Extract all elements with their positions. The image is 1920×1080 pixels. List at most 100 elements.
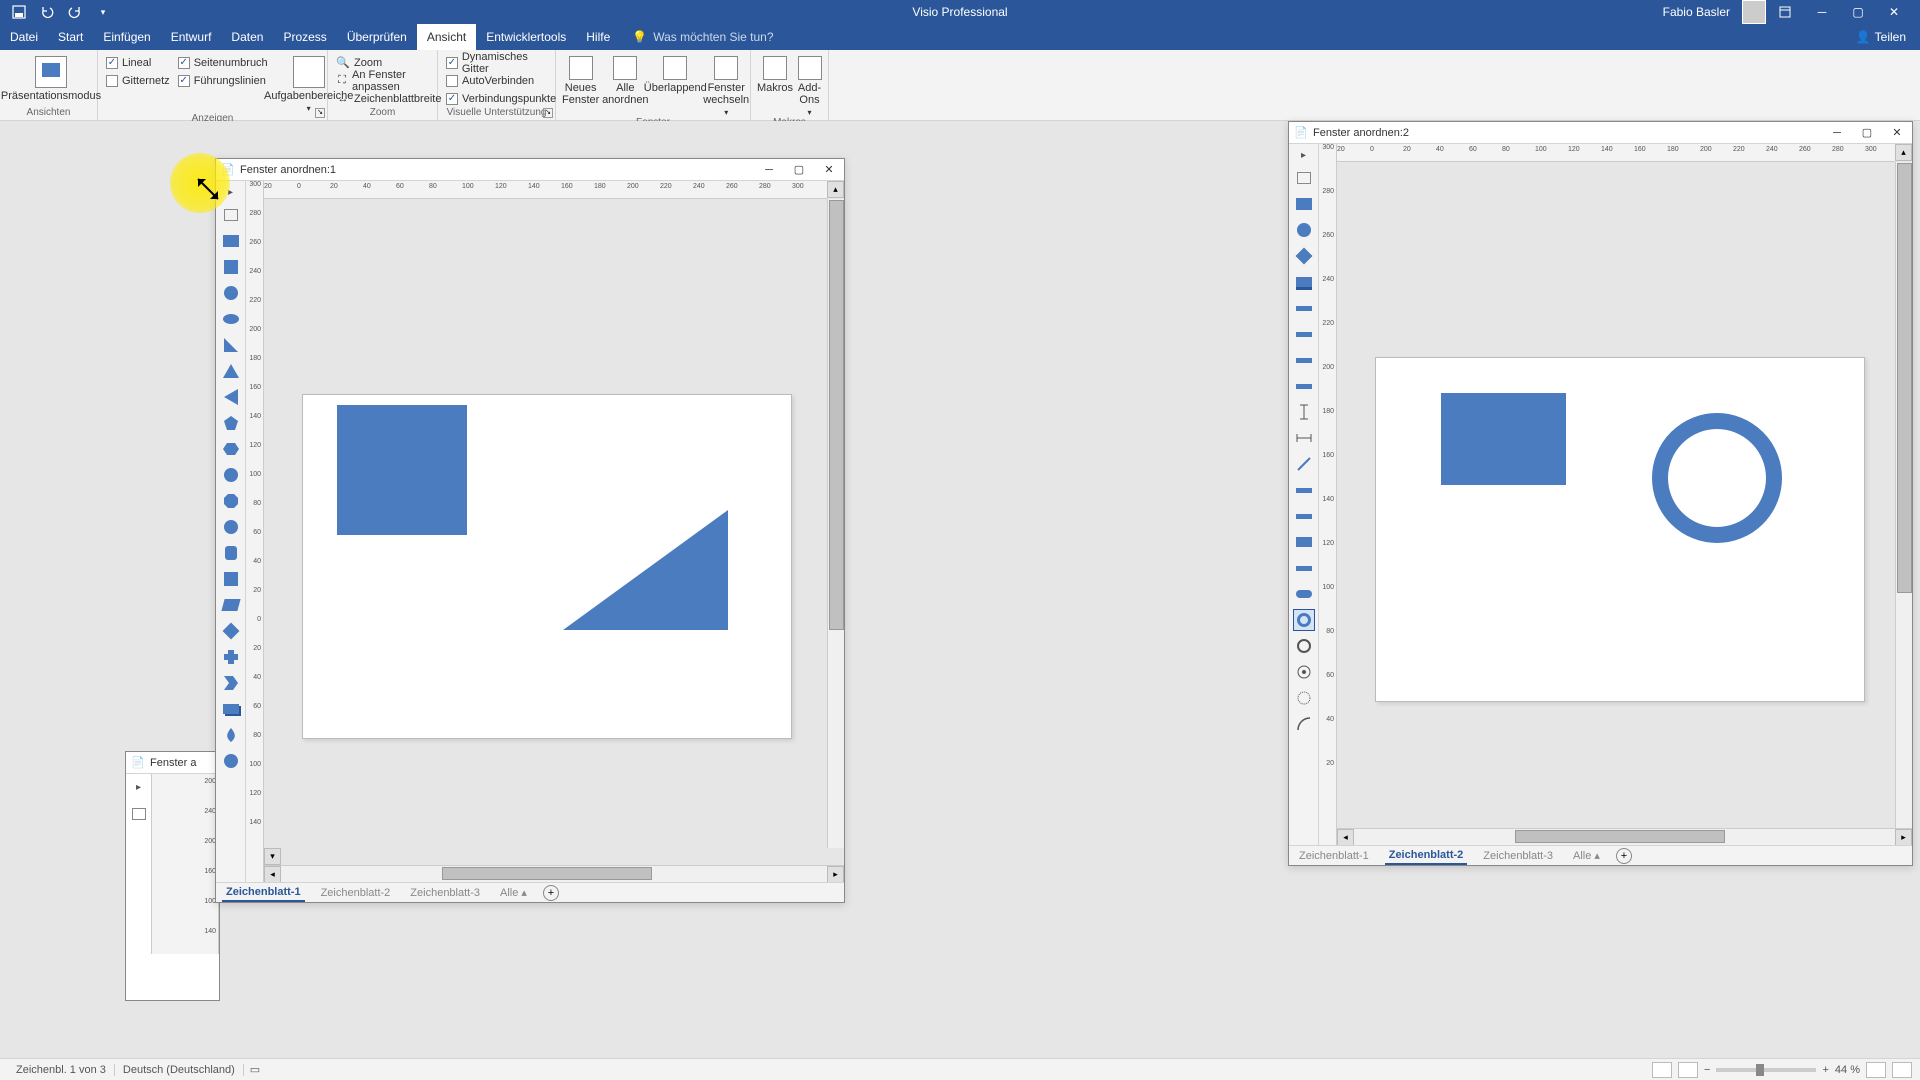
tab-data[interactable]: Daten [221,24,273,50]
sheet-tab-2[interactable]: Zeichenblatt-2 [1385,847,1468,865]
shape-diamond[interactable] [221,621,241,641]
page-width-button[interactable]: ↔Zeichenblattbreite [334,90,443,107]
shape-square[interactable] [221,257,241,277]
shape-pentagon[interactable] [221,413,241,433]
guides-checkbox[interactable]: Führungslinien [176,72,270,89]
visual-dialog-launcher[interactable]: ↘ [543,108,553,118]
doc1-titlebar[interactable]: 📄 Fenster anordnen:1 ─ ▢ ✕ [216,159,844,181]
zoom-level[interactable]: 44 % [1835,1064,1860,1076]
autoconnect-checkbox[interactable]: AutoVerbinden [444,72,558,89]
shape-circle[interactable] [1294,220,1314,240]
minimize-button[interactable]: ─ [1804,0,1840,24]
zoom-slider[interactable] [1716,1068,1816,1072]
shape-circle2[interactable] [221,517,241,537]
scrollbar-horizontal-1[interactable] [281,866,827,882]
shape-ring-instance[interactable] [1652,413,1782,543]
shape-bar-6[interactable] [1294,506,1314,526]
fullscreen-button[interactable] [1892,1062,1912,1078]
redo-icon[interactable] [68,5,82,19]
shape-cross[interactable] [221,647,241,667]
tab-file[interactable]: Datei [0,24,48,50]
close-button[interactable]: ✕ [1876,0,1912,24]
shape-bar-3[interactable] [1294,350,1314,370]
scrollbar-vertical-1[interactable] [827,199,844,848]
canvas-2[interactable] [1337,162,1895,828]
macro-record-icon[interactable]: ▭ [244,1063,266,1076]
scroll-up-arrow[interactable]: ▴ [827,181,844,198]
add-sheet-button[interactable]: + [543,885,559,901]
shape-bar-1[interactable] [1294,298,1314,318]
tab-process[interactable]: Prozess [273,24,336,50]
ruler-checkbox[interactable]: Lineal [104,54,172,71]
shape-triangle-left[interactable] [221,387,241,407]
page-1[interactable] [302,394,792,739]
zoom-out-button[interactable]: − [1704,1064,1710,1076]
doc1-close[interactable]: ✕ [814,159,844,181]
shape-rectangle[interactable] [1294,194,1314,214]
stencil-select-icon[interactable] [1294,168,1314,188]
shape-parallelogram[interactable] [221,595,241,615]
tab-view[interactable]: Ansicht [417,24,476,50]
maximize-button[interactable]: ▢ [1840,0,1876,24]
shape-rect-3d[interactable] [221,699,241,719]
shapes-expand-icon[interactable]: ▸ [132,780,146,794]
sheet-tab-all[interactable]: Alle ▴ [1569,847,1604,864]
canvas-1[interactable] [264,199,827,848]
user-avatar[interactable] [1742,0,1766,24]
doc-window-3[interactable]: 📄 Fenster a ▸ 200 240 200 160 100 140 [125,751,220,1001]
tab-review[interactable]: Überprüfen [337,24,417,50]
shape-dot[interactable] [1294,688,1314,708]
shape-rectangle[interactable] [221,231,241,251]
status-language[interactable]: Deutsch (Deutschland) [115,1064,244,1076]
shape-chevron[interactable] [221,673,241,693]
shape-measure-v[interactable] [1294,402,1314,422]
sheet-tab-1[interactable]: Zeichenblatt-1 [1295,848,1373,864]
view-mode-full[interactable] [1678,1062,1698,1078]
scroll-left-arrow[interactable]: ◂ [264,866,281,882]
shape-hexagon[interactable] [221,439,241,459]
presentation-mode-button[interactable]: Präsentationsmodus [6,52,96,102]
shape-ring-thin[interactable] [1294,636,1314,656]
shape-triangle[interactable] [221,361,241,381]
shape-target[interactable] [1294,662,1314,682]
shape-rect-small[interactable] [1294,532,1314,552]
fit-window-button[interactable]: ⛶An Fenster anpassen [334,72,443,89]
add-sheet-button[interactable]: + [1616,848,1632,864]
shape-circle[interactable] [221,283,241,303]
doc1-maximize[interactable]: ▢ [784,159,814,181]
scrollbar-horizontal-2[interactable] [1354,829,1895,845]
shape-octagon[interactable] [221,491,241,511]
zoom-in-button[interactable]: + [1822,1064,1828,1076]
shape-ring[interactable] [1294,610,1314,630]
page-2[interactable] [1375,357,1865,702]
shape-can[interactable] [221,543,241,563]
shape-right-triangle[interactable] [221,335,241,355]
shape-cube[interactable] [221,569,241,589]
shape-line[interactable] [1294,454,1314,474]
tab-insert[interactable]: Einfügen [93,24,160,50]
tab-design[interactable]: Entwurf [161,24,222,50]
qat-more-icon[interactable]: ▾ [96,5,110,19]
shape-diamond[interactable] [1294,246,1314,266]
addons-button[interactable]: Add-Ons▾ [797,52,822,117]
shape-bar-5[interactable] [1294,480,1314,500]
tab-developer[interactable]: Entwicklertools [476,24,576,50]
scrollbar-vertical-2[interactable] [1895,162,1912,828]
view-mode-normal[interactable] [1652,1062,1672,1078]
shape-bar-7[interactable] [1294,558,1314,578]
shape-bar-2[interactable] [1294,324,1314,344]
scroll-left-arrow[interactable]: ◂ [1337,829,1354,845]
shapes-expand-icon[interactable]: ▸ [224,185,238,199]
tab-start[interactable]: Start [48,24,93,50]
shape-pill[interactable] [1294,584,1314,604]
connection-points-checkbox[interactable]: Verbindungspunkte [444,90,558,107]
tab-help[interactable]: Hilfe [576,24,620,50]
switch-window-button[interactable]: Fenster wechseln▾ [703,52,749,117]
scroll-right-arrow[interactable]: ▸ [827,866,844,882]
arrange-all-button[interactable]: Alle anordnen [603,52,647,106]
stencil-icon[interactable] [132,808,146,820]
shape-square-instance[interactable] [337,405,467,535]
doc-window-2[interactable]: 📄 Fenster anordnen:2 ─ ▢ ✕ ▸ [1288,121,1913,866]
macros-button[interactable]: Makros [757,52,793,94]
shape-oval[interactable] [221,751,241,771]
